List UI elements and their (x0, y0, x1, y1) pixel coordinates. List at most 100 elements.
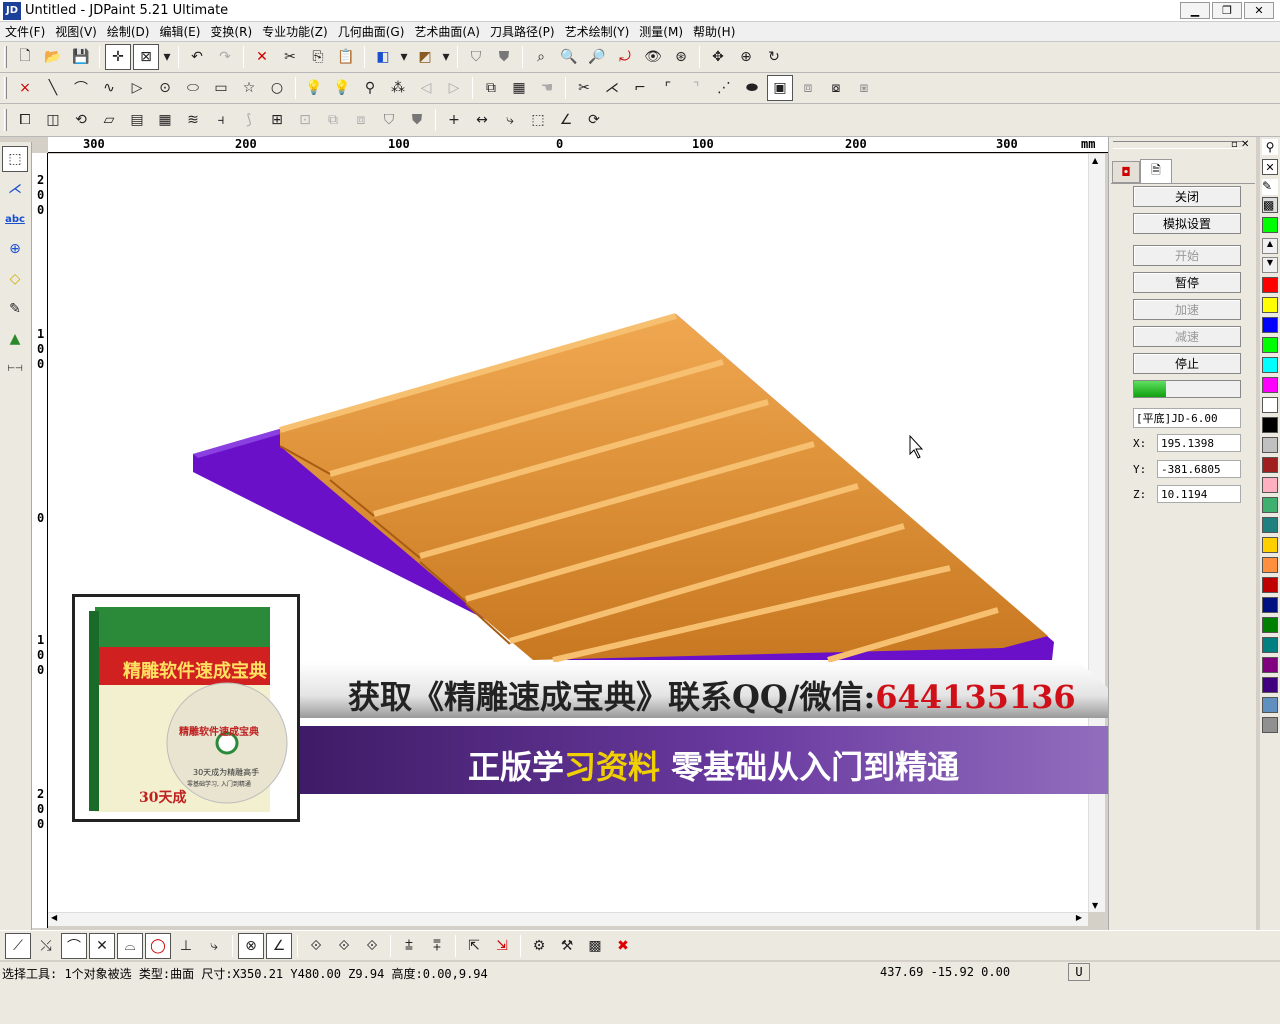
zoom-icon[interactable]: ⊕ (733, 44, 759, 70)
color-swatch[interactable] (1262, 357, 1278, 373)
save-icon[interactable]: 💾 (68, 44, 94, 70)
start-button[interactable]: 开始 (1133, 245, 1241, 266)
zoom-all-icon[interactable]: ⊛ (668, 44, 694, 70)
color-swatch[interactable] (1262, 617, 1278, 633)
color-swatch[interactable] (1262, 277, 1278, 293)
rotate-view-icon[interactable]: ↻ (761, 44, 787, 70)
boolean-icon[interactable]: ⊞ (264, 107, 290, 133)
node-edit-icon[interactable]: ⚲ (357, 75, 383, 101)
menu-view[interactable]: 视图(V) (50, 23, 102, 40)
hand-icon[interactable]: ☚ (534, 75, 560, 101)
menu-help[interactable]: 帮助(H) (688, 23, 740, 40)
color-swatch[interactable] (1262, 557, 1278, 573)
menu-edit[interactable]: 编辑(E) (154, 23, 205, 40)
extend-icon[interactable]: ⋌ (599, 75, 625, 101)
dropdown-arrow-icon[interactable]: ▾ (161, 44, 173, 70)
color-swatch[interactable] (1262, 697, 1278, 713)
rectangle-icon[interactable]: ▭ (208, 75, 234, 101)
select-tool-icon[interactable]: ⬚ (2, 146, 28, 172)
zoom-in-icon[interactable]: 🔎 (584, 44, 610, 70)
node-tool-icon[interactable]: ⋌ (2, 176, 28, 202)
delete-icon[interactable]: ✕ (249, 44, 275, 70)
subtract-icon[interactable]: ⧉ (320, 107, 346, 133)
color-swatch[interactable] (1262, 537, 1278, 553)
menu-geometry-surface[interactable]: 几何曲面(G) (333, 23, 410, 40)
shield-icon[interactable]: ⛉ (376, 107, 402, 133)
pen-tool-icon[interactable]: ✎ (2, 296, 28, 322)
menu-toolpath[interactable]: 刀具路径(P) (485, 23, 560, 40)
sim-settings-button[interactable]: 模拟设置 (1133, 213, 1241, 234)
mirror-icon[interactable]: ⧉ (478, 75, 504, 101)
cut-icon[interactable]: ✂ (277, 44, 303, 70)
color-swatch[interactable] (1262, 717, 1278, 733)
snap-nearest-icon[interactable]: ⤷ (201, 933, 227, 959)
no-color-icon[interactable]: ✕ (1262, 159, 1278, 175)
arc-icon[interactable]: ⌒ (68, 75, 94, 101)
line-icon[interactable]: ╲ (40, 75, 66, 101)
redo-icon[interactable]: ↷ (212, 44, 238, 70)
status-mode[interactable]: U (1068, 963, 1090, 981)
scale-icon[interactable]: ▤ (124, 107, 150, 133)
dimension-h-icon[interactable]: ↔ (469, 107, 495, 133)
open-file-icon[interactable]: 📂 (40, 44, 66, 70)
color-swatch[interactable] (1262, 297, 1278, 313)
stop-button[interactable]: 停止 (1133, 353, 1241, 374)
fillet-icon[interactable]: ⌐ (627, 75, 653, 101)
shade-solid-icon[interactable]: ⛊ (491, 44, 517, 70)
layer-up-icon[interactable]: ⩲ (396, 933, 422, 959)
join-icon[interactable]: ⬬ (739, 75, 765, 101)
dropdown-arrow-icon[interactable]: ▾ (440, 44, 452, 70)
zoom-prev-icon[interactable]: ⤾ (612, 44, 638, 70)
pause-button[interactable]: 暂停 (1133, 272, 1241, 293)
group-icon[interactable]: ⧈ (795, 75, 821, 101)
intersect-icon[interactable]: ⊡ (292, 107, 318, 133)
arrow-left-icon[interactable]: ◁ (413, 75, 439, 101)
measure-tool-icon[interactable]: ⊢⊣ (2, 356, 28, 382)
color-swatch[interactable] (1262, 217, 1278, 233)
minimize-button[interactable]: ▁ (1180, 2, 1210, 19)
close-sim-button[interactable]: 关闭 (1133, 186, 1241, 207)
combine-icon[interactable]: ⧆ (851, 75, 877, 101)
snap-grid-icon[interactable]: ⊗ (238, 932, 264, 959)
color-swatch[interactable] (1262, 317, 1278, 333)
pen-color-icon[interactable]: ✎ (1262, 179, 1278, 195)
circle-outline-icon[interactable]: ○ (264, 75, 290, 101)
mirror-h-icon[interactable]: ◫ (40, 107, 66, 133)
layer-down-icon[interactable]: ⩱ (424, 933, 450, 959)
circle-tool-icon[interactable]: ⊕ (2, 236, 28, 262)
snap-midpoint-icon[interactable]: ⤯ (33, 933, 59, 959)
select-window-icon[interactable]: ⊠ (133, 44, 159, 70)
settings-snap-icon[interactable]: ⚙ (526, 933, 552, 959)
spline-icon[interactable]: ∿ (96, 75, 122, 101)
circle-icon[interactable]: ⊙ (152, 75, 178, 101)
snap-tangent-icon[interactable]: ⌒ (61, 932, 87, 959)
tab-document-icon[interactable]: 🗎 (1140, 159, 1172, 183)
select-point-icon[interactable]: ✛ (105, 44, 131, 70)
dropdown-arrow-icon[interactable]: ▾ (398, 44, 410, 70)
zoom-window-icon[interactable]: ⌕ (528, 44, 554, 70)
grid-array-icon[interactable]: ▦ (152, 107, 178, 133)
color-swatch[interactable] (1262, 457, 1278, 473)
skew-icon[interactable]: ▱ (96, 107, 122, 133)
snap-perp-icon[interactable]: ⊥ (173, 933, 199, 959)
dimension-angle-icon[interactable]: ⤷ (497, 107, 523, 133)
point-icon[interactable]: × (12, 75, 38, 101)
palette-pick-icon[interactable]: ⚲ (1262, 139, 1278, 155)
menu-pro[interactable]: 专业功能(Z) (257, 23, 333, 40)
ellipse-icon[interactable]: ⬭ (180, 75, 206, 101)
bulb-green-icon[interactable]: 💡 (301, 75, 327, 101)
copy-icon[interactable]: ⎘ (305, 44, 331, 70)
angle-icon[interactable]: ∠ (553, 107, 579, 133)
new-file-icon[interactable]: 🗋 (12, 44, 38, 70)
slow-down-button[interactable]: 减速 (1133, 326, 1241, 347)
pick-icon[interactable]: ⇱ (461, 933, 487, 959)
cone-tool-icon[interactable]: ▲ (2, 326, 28, 352)
color-swatch[interactable] (1262, 677, 1278, 693)
snap-intersect-icon[interactable]: ✕ (89, 932, 115, 959)
speed-up-button[interactable]: 加速 (1133, 299, 1241, 320)
close-window-button[interactable]: ✕ (1244, 2, 1274, 19)
array-icon[interactable]: ▦ (506, 75, 532, 101)
color-swatch[interactable] (1262, 397, 1278, 413)
snap-arc-icon[interactable]: ⌓ (117, 932, 143, 959)
chamfer-icon[interactable]: ⌜ (655, 75, 681, 101)
